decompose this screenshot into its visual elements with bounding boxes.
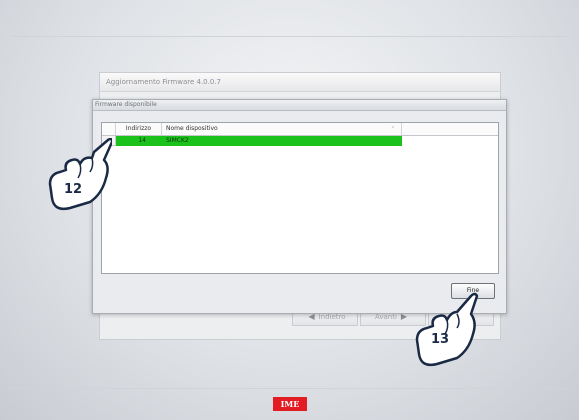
table-header: Indirizzo Nome dispositivo ⌃ bbox=[102, 123, 498, 136]
pointing-hand-icon bbox=[48, 138, 112, 211]
window-title: Aggiornamento Firmware 4.0.0.7 bbox=[100, 73, 500, 92]
callout-13-number: 13 bbox=[431, 332, 450, 347]
header-address[interactable]: Indirizzo bbox=[116, 123, 162, 135]
back-button-label: Indietro bbox=[318, 313, 346, 321]
callout-13: 13 bbox=[413, 292, 479, 374]
header-device-name-label: Nome dispositivo bbox=[166, 125, 218, 132]
callout-12-number: 12 bbox=[64, 182, 83, 197]
sort-icon: ⌃ bbox=[390, 126, 395, 132]
header-select-column bbox=[102, 123, 116, 135]
frame-top-line bbox=[11, 36, 568, 37]
next-button-label: Avanti bbox=[374, 313, 397, 321]
firmware-available-dialog: Firmware disponibile Indirizzo Nome disp… bbox=[92, 99, 507, 314]
device-table: Indirizzo Nome dispositivo ⌃ 14 SIMCK2 bbox=[101, 122, 499, 274]
dialog-title: Firmware disponibile bbox=[93, 100, 506, 111]
callout-12: 12 bbox=[48, 138, 112, 218]
header-device-name[interactable]: Nome dispositivo ⌃ bbox=[162, 123, 402, 135]
cell-address: 14 bbox=[116, 136, 162, 146]
table-row[interactable]: 14 SIMCK2 bbox=[102, 136, 498, 146]
frame-bottom-line bbox=[11, 388, 568, 389]
cell-device-name: SIMCK2 bbox=[162, 136, 402, 146]
ime-logo: IME bbox=[273, 397, 307, 411]
